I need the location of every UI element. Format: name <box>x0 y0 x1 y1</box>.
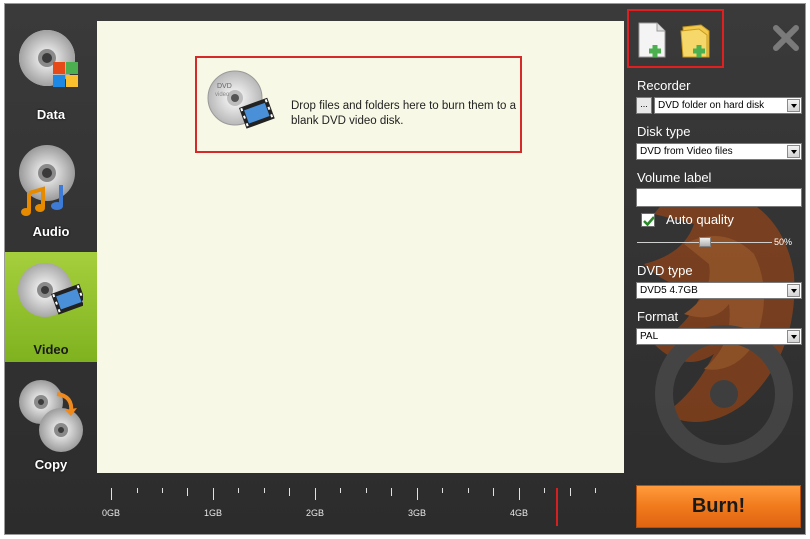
sidebar-item-video[interactable]: Video <box>5 252 97 362</box>
data-disc-icon <box>19 30 78 87</box>
ruler-mid-tick <box>570 488 571 496</box>
sidebar-item-audio[interactable]: Audio <box>5 137 97 247</box>
ruler-mid-tick <box>391 488 392 496</box>
format-label: Format <box>637 309 679 324</box>
copy-disc-icon <box>19 380 83 452</box>
ruler-major-tick <box>417 488 418 500</box>
svg-text:video: video <box>215 92 230 98</box>
ruler-major-tick <box>213 488 214 500</box>
volume-label-label: Volume label <box>637 170 712 185</box>
ruler-minor-tick <box>366 488 367 493</box>
ruler-minor-tick <box>238 488 239 493</box>
chevron-down-icon <box>787 99 800 112</box>
capacity-limit-marker <box>556 488 558 526</box>
format-select-value: PAL <box>640 331 659 342</box>
disk-type-label: Disk type <box>637 124 691 139</box>
recorder-select-value: DVD folder on hard disk <box>658 100 765 111</box>
recorder-label: Recorder <box>637 78 691 93</box>
ruler-label: 0GB <box>101 508 121 518</box>
ruler-minor-tick <box>468 488 469 493</box>
checkmark-icon <box>643 216 655 227</box>
close-icon[interactable] <box>772 24 800 52</box>
audio-disc-icon <box>19 145 75 216</box>
disk-type-select[interactable]: DVD from Video files <box>636 143 802 160</box>
ruler-major-tick <box>519 488 520 500</box>
ruler-major-tick <box>111 488 112 500</box>
burner-window: Data Audio Video Copy DVD video Drop fil… <box>4 3 806 535</box>
chevron-down-icon <box>787 284 800 297</box>
ruler-minor-tick <box>544 488 545 493</box>
ruler-label: 2GB <box>305 508 325 518</box>
dvd-video-icon: DVD video <box>207 70 275 129</box>
capacity-ruler: 0GB 1GB 2GB 3GB 4GB <box>97 474 624 534</box>
quality-value: 50% <box>774 237 793 247</box>
svg-text:DVD: DVD <box>217 83 232 90</box>
disk-type-select-value: DVD from Video files <box>640 146 733 157</box>
sidebar: Data Audio Video Copy <box>5 20 97 480</box>
sidebar-item-label: Audio <box>32 224 70 239</box>
ruler-minor-tick <box>264 488 265 493</box>
dvd-type-select[interactable]: DVD5 4.7GB <box>636 282 802 299</box>
dvd-type-label: DVD type <box>637 263 693 278</box>
recorder-browse-button[interactable]: ... <box>636 97 652 114</box>
recorder-select[interactable]: DVD folder on hard disk <box>654 97 802 114</box>
video-disc-icon <box>18 263 83 317</box>
ruler-minor-tick <box>442 488 443 493</box>
add-folder-icon[interactable] <box>679 21 713 59</box>
ruler-mid-tick <box>187 488 188 496</box>
sidebar-item-label: Video <box>33 342 69 357</box>
ruler-minor-tick <box>162 488 163 493</box>
sidebar-item-copy[interactable]: Copy <box>5 370 97 480</box>
ruler-label: 3GB <box>407 508 427 518</box>
ruler-minor-tick <box>595 488 596 493</box>
ruler-minor-tick <box>340 488 341 493</box>
chevron-down-icon <box>787 330 800 343</box>
sidebar-item-data[interactable]: Data <box>5 20 97 130</box>
format-select[interactable]: PAL <box>636 328 802 345</box>
ruler-mid-tick <box>493 488 494 496</box>
quality-slider-thumb[interactable] <box>698 237 711 247</box>
auto-quality-label: Auto quality <box>666 212 734 227</box>
ruler-minor-tick <box>137 488 138 493</box>
add-file-icon[interactable] <box>635 21 669 59</box>
dvd-type-select-value: DVD5 4.7GB <box>640 285 698 296</box>
toolbar-highlight <box>627 9 724 68</box>
drop-hint-text: Drop files and folders here to burn them… <box>291 100 517 127</box>
drop-area[interactable]: DVD video Drop files and folders here to… <box>97 21 624 473</box>
ruler-label: 4GB <box>509 508 529 518</box>
ruler-major-tick <box>315 488 316 500</box>
burn-button[interactable]: Burn! <box>636 485 801 528</box>
ruler-label: 1GB <box>203 508 223 518</box>
auto-quality-checkbox[interactable] <box>641 213 655 227</box>
chevron-down-icon <box>787 145 800 158</box>
sidebar-item-label: Data <box>36 107 66 122</box>
volume-label-input[interactable] <box>636 188 802 207</box>
ruler-mid-tick <box>289 488 290 496</box>
sidebar-item-label: Copy <box>34 457 68 472</box>
settings-panel: Recorder ... DVD folder on hard disk Dis… <box>624 4 807 536</box>
drop-hint: DVD video Drop files and folders here to… <box>195 56 522 153</box>
